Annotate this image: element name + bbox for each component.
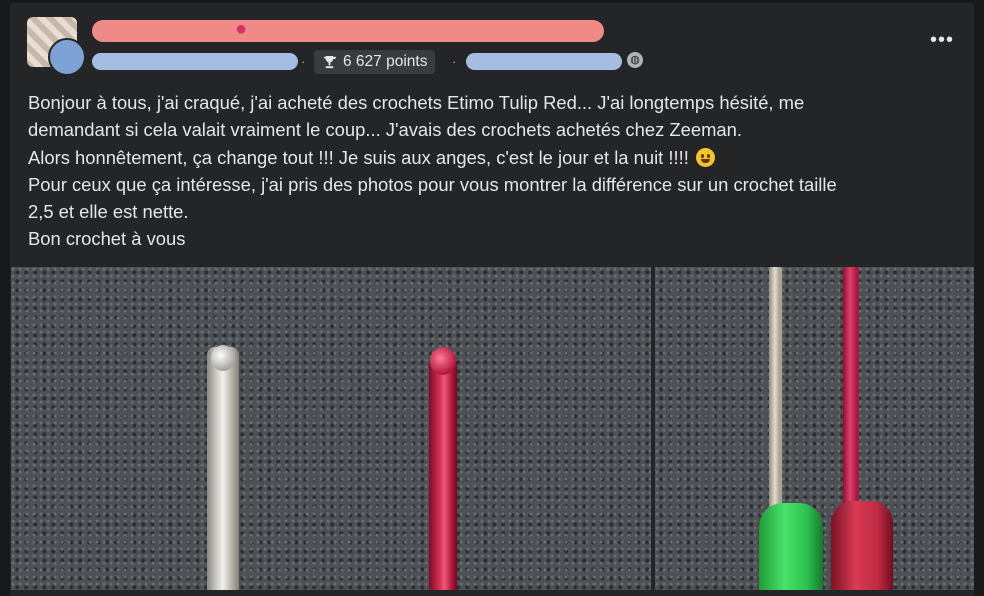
timestamp-redacted[interactable] xyxy=(466,53,622,70)
body-line: Bonjour à tous, j'ai craqué, j'ai acheté… xyxy=(28,92,805,113)
green-hook-grip xyxy=(759,503,823,590)
trophy-icon xyxy=(322,55,337,68)
body-line: Alors honnêtement, ça change tout !!! Je… xyxy=(28,144,958,171)
post-meta: · 6 627 points · ◍ xyxy=(92,50,652,75)
silver-hook-shaft xyxy=(769,267,782,507)
author-subtitle-redacted xyxy=(92,53,298,70)
grinning-face-emoji xyxy=(695,147,715,167)
post-header: ● · 6 627 points · ◍ ••• xyxy=(10,3,974,81)
points-badge[interactable]: 6 627 points xyxy=(314,50,436,74)
post-card: ● · 6 627 points · ◍ ••• Bonjour à tous,… xyxy=(10,3,974,596)
post-body: Bonjour à tous, j'ai craqué, j'ai acheté… xyxy=(28,89,958,253)
globe-icon: ◍ xyxy=(627,52,643,68)
silver-hook-tip xyxy=(211,345,235,371)
post-photo-hook-handles[interactable] xyxy=(655,267,974,590)
body-line: 2,5 et elle est nette. xyxy=(28,201,189,223)
red-hook-tip xyxy=(430,347,456,375)
meta-separator: · xyxy=(452,54,457,69)
red-hook-grip xyxy=(831,501,893,590)
body-line: demandant si cela valait vraiment le cou… xyxy=(28,119,742,141)
red-hook-shaft xyxy=(843,267,859,512)
silver-crochet-hook xyxy=(207,347,239,590)
author-name-redacted[interactable] xyxy=(92,20,604,42)
body-line: Bon crochet à vous xyxy=(28,228,186,250)
author-avatar[interactable] xyxy=(48,38,86,76)
more-options-icon[interactable]: ••• xyxy=(930,29,954,52)
yarn-ball-icon: ● xyxy=(235,18,248,40)
red-crochet-hook xyxy=(429,357,457,590)
meta-separator: · xyxy=(301,54,306,69)
body-line: Pour ceux que ça intéresse, j'ai pris de… xyxy=(28,173,837,195)
page-scroll-gutter xyxy=(974,0,984,596)
post-photo-hook-tips[interactable] xyxy=(11,267,651,590)
points-label: 6 627 points xyxy=(343,53,428,70)
